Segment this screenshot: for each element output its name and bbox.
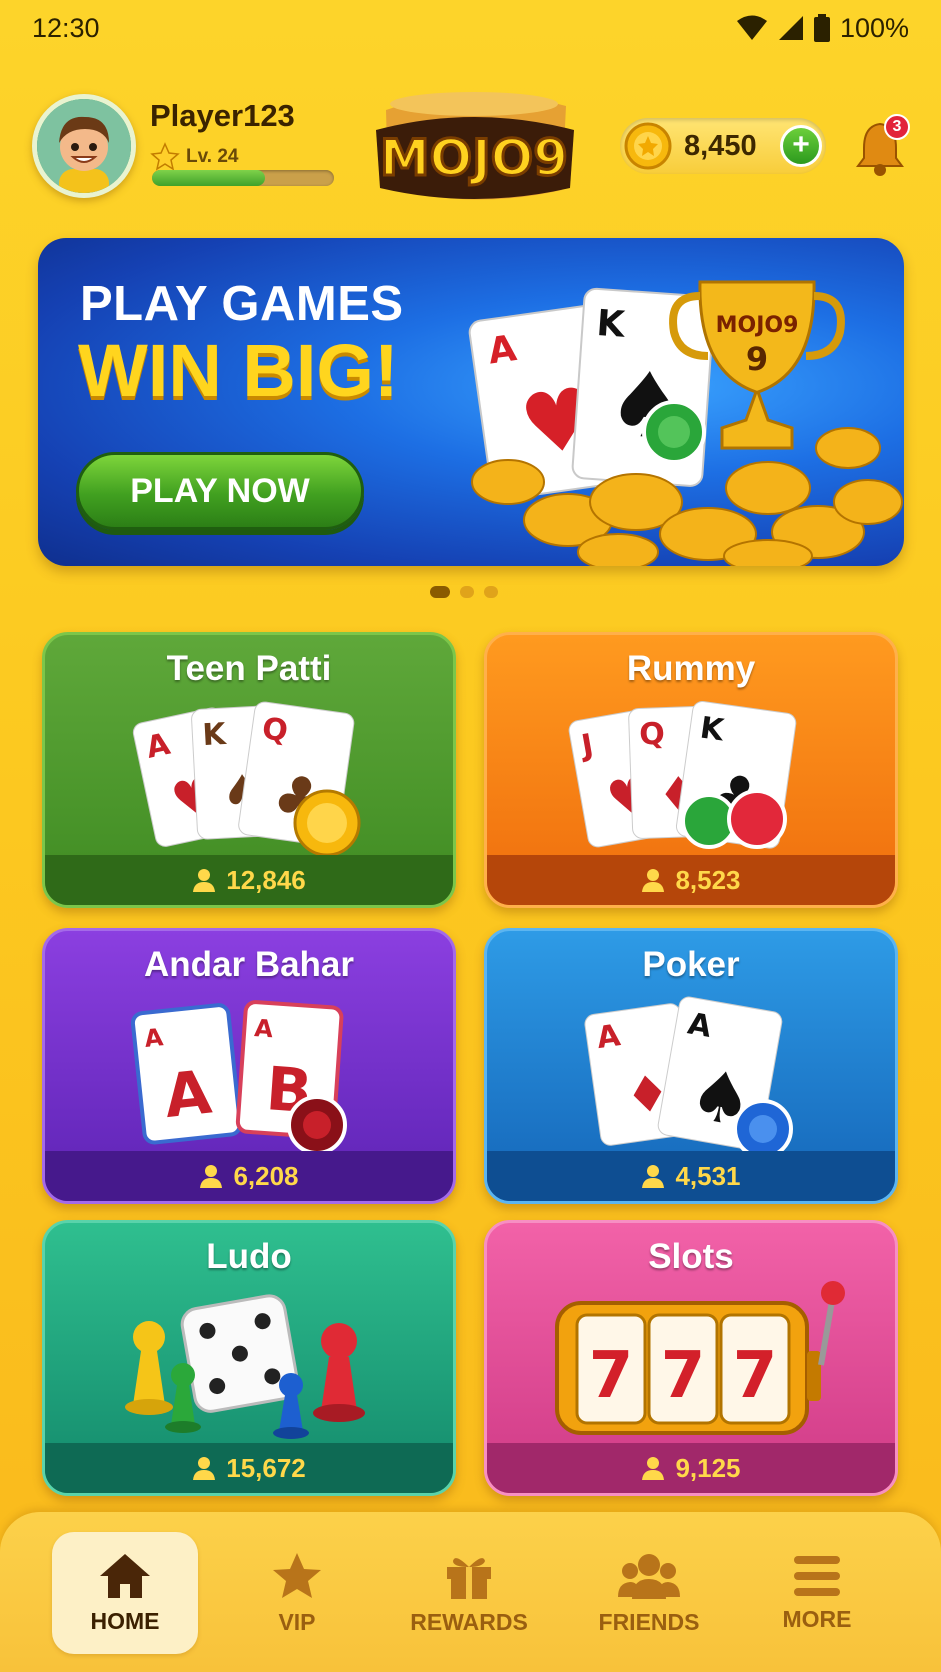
svg-text:Q: Q xyxy=(260,711,290,749)
svg-text:A: A xyxy=(161,1057,215,1132)
battery-percent: 100% xyxy=(839,12,909,43)
svg-text:A: A xyxy=(253,1014,274,1043)
player-count-value: 4,531 xyxy=(675,1160,741,1191)
player-count-value: 12,846 xyxy=(226,864,306,895)
player-icon xyxy=(642,869,665,892)
mojo9-logo: MOJO9 xyxy=(356,70,592,220)
player-name: Player123 xyxy=(150,98,295,133)
svg-text:7: 7 xyxy=(733,1339,778,1413)
player-icon xyxy=(200,1165,223,1188)
bottom-nav: HOME VIP REWARDS FRIENDS MORE xyxy=(0,1512,941,1672)
player-icon xyxy=(193,869,216,892)
avatar[interactable] xyxy=(32,94,136,198)
status-time: 12:30 xyxy=(32,12,100,43)
home-icon xyxy=(100,1553,150,1598)
pagination-dot[interactable] xyxy=(430,586,450,598)
game-tile-teen-patti[interactable]: Teen Patti A♥ K♠ Q♣ 12,846 xyxy=(42,632,456,908)
game-tile-andar-bahar[interactable]: Andar Bahar AA AB 6,208 xyxy=(42,928,456,1204)
nav-label: REWARDS xyxy=(410,1608,528,1635)
banner-pagination xyxy=(430,586,498,598)
player-count: 15,672 xyxy=(45,1443,453,1493)
coin-amount: 8,450 xyxy=(684,130,757,162)
battery-icon xyxy=(813,14,830,42)
game-title: Ludo xyxy=(206,1237,292,1276)
friends-icon xyxy=(618,1553,680,1599)
logo-text: MOJO9 xyxy=(380,129,568,187)
nav-friends[interactable]: FRIENDS xyxy=(576,1532,722,1654)
pagination-dot[interactable] xyxy=(484,586,498,598)
play-now-button[interactable]: PLAY NOW xyxy=(76,452,364,530)
svg-text:A: A xyxy=(143,1023,165,1053)
xp-progress-bar xyxy=(152,170,334,186)
xp-progress-fill xyxy=(152,170,265,186)
player-count-value: 8,523 xyxy=(675,864,741,895)
header: Player123 Lv. 24 MOJO9 8,450 + 3 xyxy=(0,90,941,220)
add-coins-button[interactable]: + xyxy=(780,125,822,167)
player-count: 12,846 xyxy=(45,855,453,905)
wifi-icon xyxy=(736,15,767,40)
nav-label: FRIENDS xyxy=(598,1608,700,1635)
game-tile-ludo[interactable]: Ludo 15,672 xyxy=(42,1220,456,1496)
game-title: Andar Bahar xyxy=(143,945,355,984)
svg-text:A: A xyxy=(486,328,519,372)
coin-icon xyxy=(624,122,672,170)
player-count: 6,208 xyxy=(45,1151,453,1201)
game-title: Slots xyxy=(648,1237,734,1276)
svg-text:K: K xyxy=(595,303,627,346)
player-count-value: 6,208 xyxy=(233,1160,299,1191)
trophy-cards-art: A ♥ K ♠ MOJO9 9 xyxy=(468,280,903,566)
trophy-label: MOJO9 xyxy=(716,313,799,338)
status-icons: 100% xyxy=(736,13,909,44)
nav-home[interactable]: HOME xyxy=(52,1532,198,1654)
nav-rewards[interactable]: REWARDS xyxy=(396,1532,542,1654)
menu-icon xyxy=(794,1555,840,1596)
nav-label: HOME xyxy=(90,1607,160,1634)
player-icon xyxy=(642,1457,665,1480)
svg-text:7: 7 xyxy=(661,1339,706,1413)
slot-machine-icon: 7 7 7 xyxy=(555,1281,845,1435)
level-star-icon xyxy=(150,142,180,171)
coin-balance[interactable]: 8,450 + xyxy=(620,118,826,174)
player-count: 8,523 xyxy=(487,855,895,905)
game-title: Poker xyxy=(642,945,740,984)
andar-bahar-cards-icon: AA AB xyxy=(130,1000,347,1155)
notification-badge: 3 xyxy=(884,114,910,140)
player-count: 4,531 xyxy=(487,1151,895,1201)
nav-vip[interactable]: VIP xyxy=(224,1532,370,1654)
svg-text:7: 7 xyxy=(589,1339,634,1413)
game-title: Rummy xyxy=(626,649,756,688)
svg-text:Q: Q xyxy=(639,717,666,753)
game-tile-poker[interactable]: Poker A ♦ A ♠ 4,531 xyxy=(484,928,898,1204)
pawn-yellow xyxy=(125,1321,173,1415)
rummy-cards-icon: J♥ Q♦ K♣ xyxy=(568,701,797,849)
star-icon xyxy=(273,1552,321,1598)
player-icon xyxy=(642,1165,665,1188)
status-bar: 12:30 100% xyxy=(0,0,941,56)
banner-subheadline: WIN BIG! xyxy=(78,329,399,412)
poker-cards-icon: A♦ A♠ xyxy=(584,996,793,1159)
playing-cards-icon: A♥ K♠ Q♣ xyxy=(132,701,361,857)
signal-icon xyxy=(778,16,803,40)
nav-more[interactable]: MORE xyxy=(744,1532,890,1654)
svg-text:K: K xyxy=(202,717,229,753)
player-level: Lv. 24 xyxy=(186,146,239,167)
banner-headline: PLAY GAMES xyxy=(80,277,404,331)
dice-pawns-icon xyxy=(125,1294,365,1439)
gift-icon xyxy=(447,1557,491,1599)
game-tile-rummy[interactable]: Rummy J♥ Q♦ K♣ 8,523 xyxy=(484,632,898,908)
game-tile-slots[interactable]: Slots 7 7 7 9,125 xyxy=(484,1220,898,1496)
player-face-icon xyxy=(37,99,131,193)
player-icon xyxy=(193,1457,216,1480)
pagination-dot[interactable] xyxy=(460,586,474,598)
player-count-value: 15,672 xyxy=(226,1452,306,1483)
player-count: 9,125 xyxy=(487,1443,895,1493)
player-count-value: 9,125 xyxy=(675,1452,741,1483)
promo-banner[interactable]: PLAY GAMES WIN BIG! PLAY NOW A ♥ K ♠ MOJ… xyxy=(38,238,904,566)
level-row: Lv. 24 xyxy=(150,142,238,172)
nav-label: VIP xyxy=(278,1608,316,1635)
game-title: Teen Patti xyxy=(166,649,332,688)
trophy-number: 9 xyxy=(746,340,768,378)
nav-label: MORE xyxy=(782,1605,852,1632)
